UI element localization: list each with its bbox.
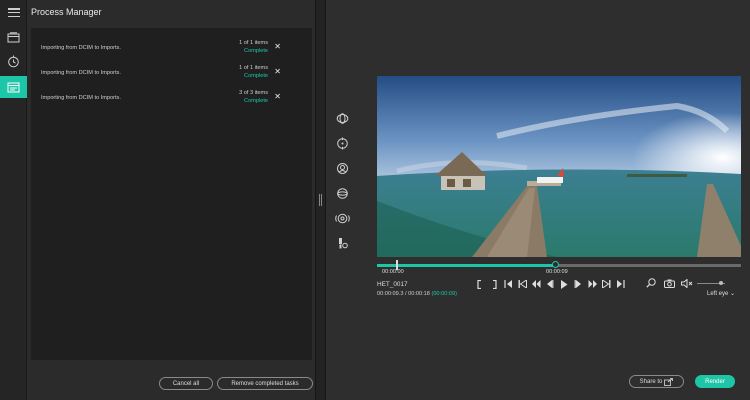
timeline-scrubber[interactable] (377, 260, 741, 270)
cancel-all-button[interactable]: Cancel all (159, 377, 213, 390)
target-icon[interactable] (334, 135, 350, 151)
volume-slider[interactable] (697, 280, 725, 285)
render-button[interactable]: Render (695, 375, 735, 388)
volume-handle[interactable] (719, 280, 724, 285)
rotate-icon[interactable] (334, 185, 350, 201)
process-manager-panel: Process Manager Importing from DCIM to I… (27, 0, 315, 400)
preview-area: 00:00:00 00:00:09 HET_0017 00:00:09.3 / … (326, 0, 750, 400)
close-icon[interactable]: ✕ (274, 42, 281, 51)
menu-icon[interactable] (8, 8, 20, 18)
task-status: Complete (244, 73, 268, 79)
viewer-tools (644, 277, 725, 289)
transport-controls (473, 278, 627, 290)
video-preview[interactable] (377, 76, 741, 257)
share-icon (664, 377, 674, 386)
task-status: Complete (244, 98, 268, 104)
media-library-icon[interactable] (0, 26, 27, 48)
task-message: Importing from DCIM to Imports. (41, 95, 121, 101)
task-count: 3 of 3 items (239, 90, 268, 96)
time-current: 00:00:09.3 / 00:00:18 (377, 291, 430, 297)
stabilize-icon[interactable] (334, 110, 350, 126)
light-bulb-icon[interactable] (334, 235, 350, 251)
drag-handle-icon[interactable] (319, 193, 323, 206)
eye-select-value: Left eye (707, 291, 729, 297)
app-window: Process Manager Importing from DCIM to I… (0, 0, 750, 400)
task-row: Importing from DCIM to Imports. 3 of 3 i… (31, 89, 312, 109)
panel-title: Process Manager (31, 7, 102, 17)
task-message: Importing from DCIM to Imports. (41, 70, 121, 76)
task-status: Complete (244, 48, 268, 54)
out-bracket-icon[interactable] (487, 278, 501, 290)
timeline-progress (377, 264, 556, 267)
task-row: Importing from DCIM to Imports. 1 of 1 i… (31, 64, 312, 84)
chevron-down-icon: ⌄ (730, 291, 736, 297)
task-list: Importing from DCIM to Imports. 1 of 1 i… (31, 28, 312, 360)
go-in-icon[interactable] (501, 278, 515, 290)
go-out-icon[interactable] (613, 278, 627, 290)
in-bracket-icon[interactable] (473, 278, 487, 290)
left-rail (0, 0, 27, 400)
panel-divider[interactable] (315, 0, 326, 400)
clip-time: 00:00:09.3 / 00:00:18 (00:00:09) (377, 291, 457, 297)
audio-spatial-icon[interactable] (334, 210, 350, 226)
frame-forward-icon[interactable] (571, 278, 585, 290)
skip-end-icon[interactable] (599, 278, 613, 290)
face-icon[interactable] (334, 160, 350, 176)
task-count: 1 of 1 items (239, 65, 268, 71)
in-point-time: 00:00:00 (382, 269, 404, 275)
task-row: Importing from DCIM to Imports. 1 of 1 i… (31, 39, 312, 59)
time-selection: (00:00:09) (431, 291, 457, 297)
step-forward-icon[interactable] (585, 278, 599, 290)
eye-select[interactable]: Left eye ⌄ (707, 290, 735, 297)
remove-completed-button[interactable]: Remove completed tasks (217, 377, 313, 390)
process-manager-icon[interactable] (0, 76, 27, 98)
zoom-icon[interactable] (644, 277, 658, 289)
close-icon[interactable]: ✕ (274, 92, 281, 101)
close-icon[interactable]: ✕ (274, 67, 281, 76)
volume-icon[interactable] (680, 277, 694, 289)
task-message: Importing from DCIM to Imports. (41, 45, 121, 51)
share-to-label: Share to (639, 378, 663, 385)
camera-icon[interactable] (662, 277, 676, 289)
panorama-frame (377, 76, 741, 257)
frame-back-icon[interactable] (543, 278, 557, 290)
share-to-button[interactable]: Share to (629, 375, 684, 388)
out-point-time: 00:00:09 (546, 269, 568, 275)
play-icon[interactable] (557, 278, 571, 290)
playhead-handle[interactable] (551, 261, 559, 268)
history-icon[interactable] (0, 50, 27, 72)
task-count: 1 of 1 items (239, 40, 268, 46)
skip-start-icon[interactable] (515, 278, 529, 290)
clip-name: HET_0017 (377, 281, 408, 288)
step-back-icon[interactable] (529, 278, 543, 290)
